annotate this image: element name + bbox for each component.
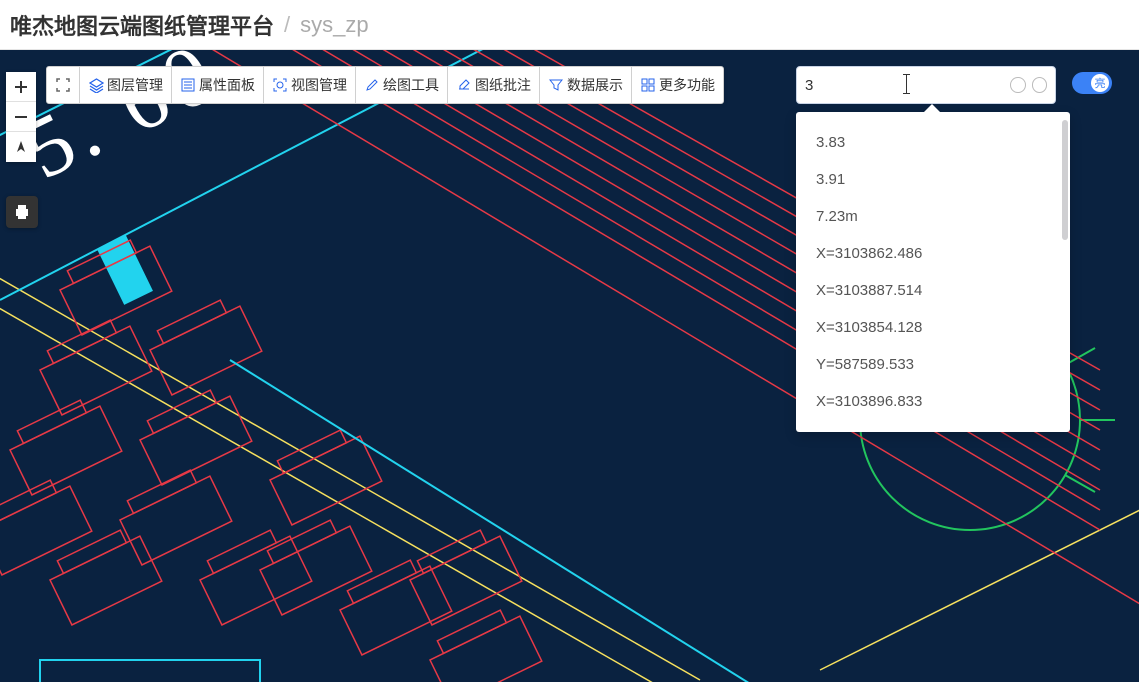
more-label: 更多功能 (659, 75, 715, 95)
zoom-control (6, 72, 36, 162)
search-clear-icon[interactable] (1032, 77, 1048, 93)
grid-icon (640, 77, 656, 93)
print-button[interactable] (6, 196, 38, 228)
compass-button[interactable] (6, 132, 36, 162)
annotate-label: 图纸批注 (475, 75, 531, 95)
breadcrumb-current: sys_zp (300, 12, 368, 38)
app-title: 唯杰地图云端图纸管理平台 (10, 9, 274, 41)
minus-icon (14, 110, 28, 124)
breadcrumb-separator: / (284, 12, 290, 38)
data-label: 数据展示 (567, 75, 623, 95)
filter-icon (548, 77, 564, 93)
more-button[interactable]: 更多功能 (632, 67, 723, 103)
view-button[interactable]: 视图管理 (264, 67, 356, 103)
pencil-icon (364, 77, 380, 93)
toggle-label: 亮 (1095, 75, 1106, 91)
zoom-out-button[interactable] (6, 102, 36, 132)
search-action-icon[interactable] (1010, 77, 1026, 93)
note-icon (456, 77, 472, 93)
fullscreen-icon (55, 77, 71, 93)
search-input[interactable] (805, 77, 1004, 94)
dropdown-item[interactable]: 3.91 (796, 161, 1070, 198)
main-toolbar: 图层管理 属性面板 视图管理 绘图工具 图纸批注 (46, 66, 724, 104)
dropdown-scrollbar[interactable] (1062, 120, 1068, 240)
properties-label: 属性面板 (199, 75, 255, 95)
plus-icon (14, 80, 28, 94)
draw-button[interactable]: 绘图工具 (356, 67, 448, 103)
text-cursor-icon (906, 74, 907, 94)
dropdown-item[interactable]: 3.83 (796, 124, 1070, 161)
draw-label: 绘图工具 (383, 75, 439, 95)
search-box (796, 66, 1056, 104)
print-icon (13, 203, 31, 221)
layers-label: 图层管理 (107, 75, 163, 95)
view-label: 视图管理 (291, 75, 347, 95)
dropdown-item[interactable]: X=3103854.128 (796, 309, 1070, 346)
properties-button[interactable]: 属性面板 (172, 67, 264, 103)
data-button[interactable]: 数据展示 (540, 67, 632, 103)
theme-toggle[interactable]: 亮 (1072, 72, 1112, 94)
fullscreen-button[interactable] (47, 67, 80, 103)
north-icon (14, 140, 28, 154)
list-icon (180, 77, 196, 93)
dropdown-item[interactable]: X=3103887.514 (796, 272, 1070, 309)
zoom-in-button[interactable] (6, 72, 36, 102)
focus-icon (272, 77, 288, 93)
dropdown-item[interactable]: X=3103862.486 (796, 235, 1070, 272)
header: 唯杰地图云端图纸管理平台 / sys_zp (0, 0, 1139, 50)
dropdown-item[interactable]: X=3103896.833 (796, 383, 1070, 420)
dropdown-item[interactable]: 7.23m (796, 198, 1070, 235)
layers-button[interactable]: 图层管理 (80, 67, 172, 103)
dropdown-item[interactable]: Y=587589.533 (796, 346, 1070, 383)
map-canvas[interactable]: 5. 60 图层管理 (0, 50, 1139, 682)
search-dropdown: 3.83 3.91 7.23m X=3103862.486 X=3103887.… (796, 112, 1070, 432)
toggle-knob: 亮 (1091, 74, 1109, 92)
layers-icon (88, 77, 104, 93)
annotate-button[interactable]: 图纸批注 (448, 67, 540, 103)
